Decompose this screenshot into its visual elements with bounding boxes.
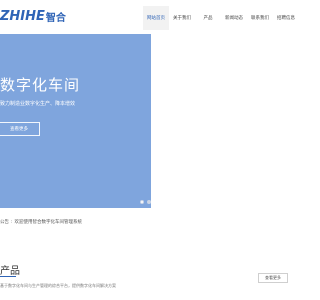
nav-item-contact[interactable]: 联系我们 xyxy=(247,6,273,30)
notice-separator: : xyxy=(11,219,13,225)
logo-cn-text: 智合 xyxy=(45,12,66,24)
hero-slide: 数字化车间 致力制造业数字化生产、降本增效 查看更多 xyxy=(0,34,151,208)
carousel-dot-1[interactable] xyxy=(140,200,144,204)
nav-item-products[interactable]: 产品 xyxy=(195,6,221,30)
nav-item-home[interactable]: 网站首页 xyxy=(143,6,169,30)
hero-banner: 数字化车间 致力制造业数字化生产、降本增效 查看更多 xyxy=(0,34,300,208)
section-title-underline xyxy=(0,276,16,277)
notice-text[interactable]: 欢迎使用智合数字化车间管理系统 xyxy=(15,219,83,225)
main-nav: 网站首页 关于我们 产品 新闻动态 联系我们 招聘信息 xyxy=(143,6,299,30)
hero-subtitle: 致力制造业数字化生产、降本增效 xyxy=(0,101,76,107)
carousel-dots xyxy=(140,200,151,204)
site-header: ZHIHE 智合 网站首页 关于我们 产品 新闻动态 联系我们 招聘信息 xyxy=(0,0,300,34)
nav-item-about[interactable]: 关于我们 xyxy=(169,6,195,30)
nav-item-jobs[interactable]: 招聘信息 xyxy=(273,6,299,30)
nav-item-news[interactable]: 新闻动态 xyxy=(221,6,247,30)
logo[interactable]: ZHIHE 智合 xyxy=(0,8,66,24)
hero-blank-area xyxy=(151,34,300,208)
products-section-description: 基于数字化车间与生产管理的综合平台，提供数字化车间解决方案 xyxy=(0,283,116,288)
logo-text: ZHIHE xyxy=(0,8,45,24)
notice-bar: 公告 : 欢迎使用智合数字化车间管理系统 xyxy=(0,218,82,226)
hero-more-button[interactable]: 查看更多 xyxy=(0,122,40,136)
products-section-title: 产品 xyxy=(0,266,20,277)
carousel-dot-2[interactable] xyxy=(147,200,151,204)
products-more-button[interactable]: 查看更多 xyxy=(258,273,288,283)
notice-prefix: 公告 xyxy=(0,220,9,225)
hero-title: 数字化车间 xyxy=(0,76,81,94)
